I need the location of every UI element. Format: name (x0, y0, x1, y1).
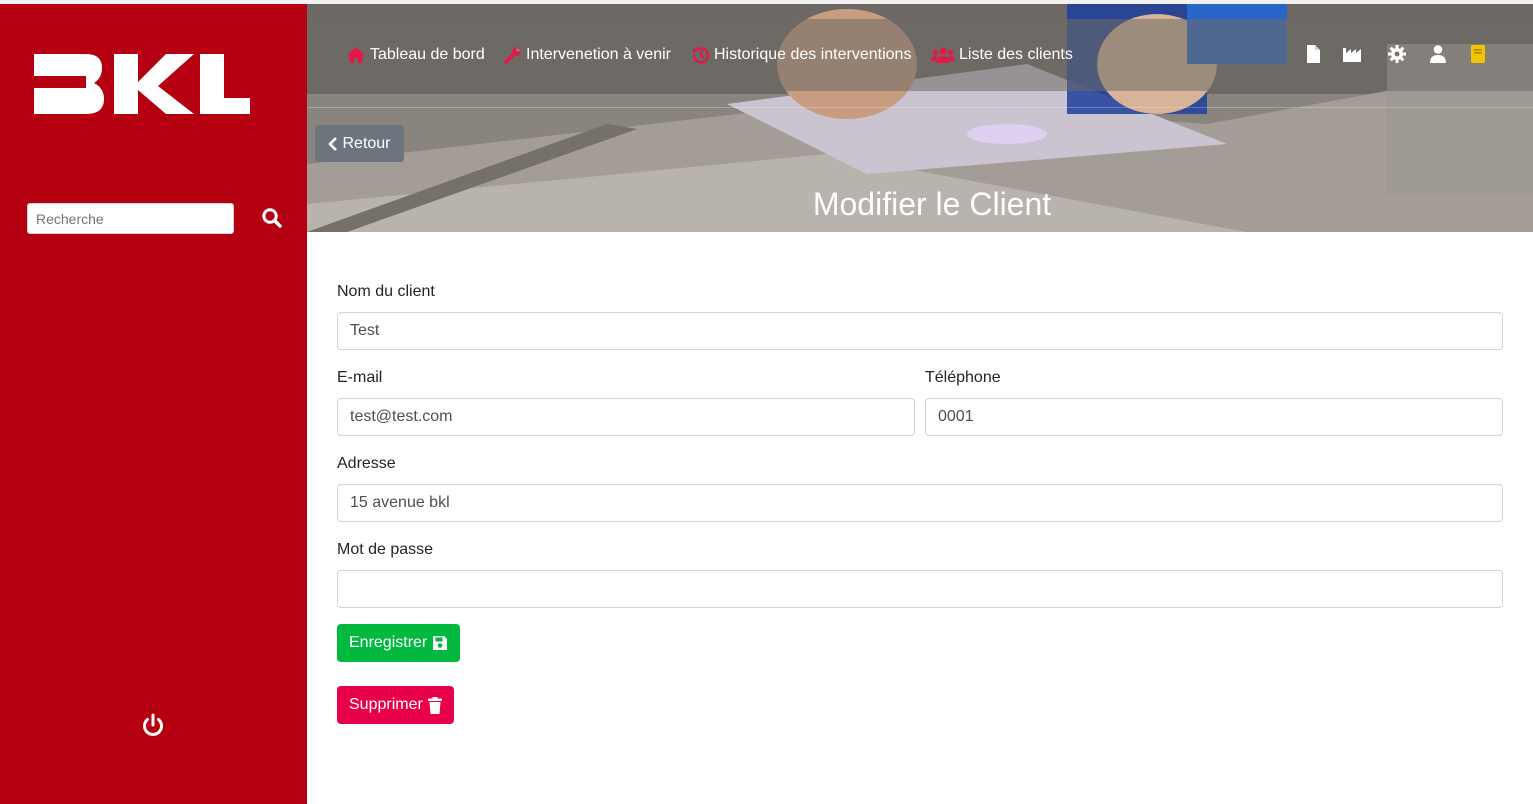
phone-label: Téléphone (925, 369, 1001, 386)
navbar-divider (307, 107, 1533, 108)
delete-button[interactable]: Supprimer (337, 686, 454, 724)
book-icon[interactable] (1468, 44, 1488, 64)
gear-icon[interactable] (1387, 44, 1407, 64)
nav-historique[interactable]: Historique des interventions (692, 44, 911, 66)
password-label: Mot de passe (337, 541, 434, 558)
page-title: Modifier le Client (812, 186, 1052, 222)
email-input[interactable] (337, 398, 915, 436)
bkl-logo (34, 54, 250, 114)
delete-label: Supprimer (349, 696, 423, 713)
nav-interventions-a-venir[interactable]: Intervenetion à venir (504, 44, 671, 66)
power-icon[interactable] (138, 710, 168, 740)
nav-label: Liste des clients (959, 46, 1073, 63)
password-input[interactable] (337, 570, 1503, 608)
email-label: E-mail (337, 369, 383, 386)
client-name-input[interactable] (337, 312, 1503, 350)
nav-label: Tableau de bord (370, 46, 485, 63)
header-banner: Tableau de bord Intervenetion à venir Hi… (307, 4, 1533, 232)
nav-liste-clients[interactable]: Liste des clients (931, 44, 1073, 66)
save-icon (433, 636, 448, 650)
nav-label: Historique des interventions (714, 46, 912, 63)
search-input[interactable] (27, 203, 234, 234)
history-icon (692, 47, 710, 64)
sidebar (0, 4, 307, 804)
nav-label: Intervenetion à venir (526, 46, 671, 63)
address-label: Adresse (337, 455, 396, 472)
address-input[interactable] (337, 484, 1503, 522)
users-icon (931, 47, 955, 63)
save-label: Enregistrer (349, 634, 428, 651)
save-button[interactable]: Enregistrer (337, 624, 461, 662)
chevron-left-icon (328, 136, 338, 151)
user-icon[interactable] (1428, 44, 1448, 64)
name-label: Nom du client (337, 283, 435, 300)
factory-icon[interactable] (1342, 44, 1362, 64)
search-icon[interactable] (260, 206, 284, 230)
file-icon[interactable] (1303, 44, 1323, 64)
trash-icon (427, 696, 442, 714)
wrench-icon (504, 47, 521, 64)
back-label: Retour (342, 134, 391, 152)
nav-tableau-de-bord[interactable]: Tableau de bord (346, 44, 485, 66)
back-button[interactable]: Retour (315, 125, 404, 162)
home-icon (347, 47, 365, 63)
phone-input[interactable] (925, 398, 1503, 436)
